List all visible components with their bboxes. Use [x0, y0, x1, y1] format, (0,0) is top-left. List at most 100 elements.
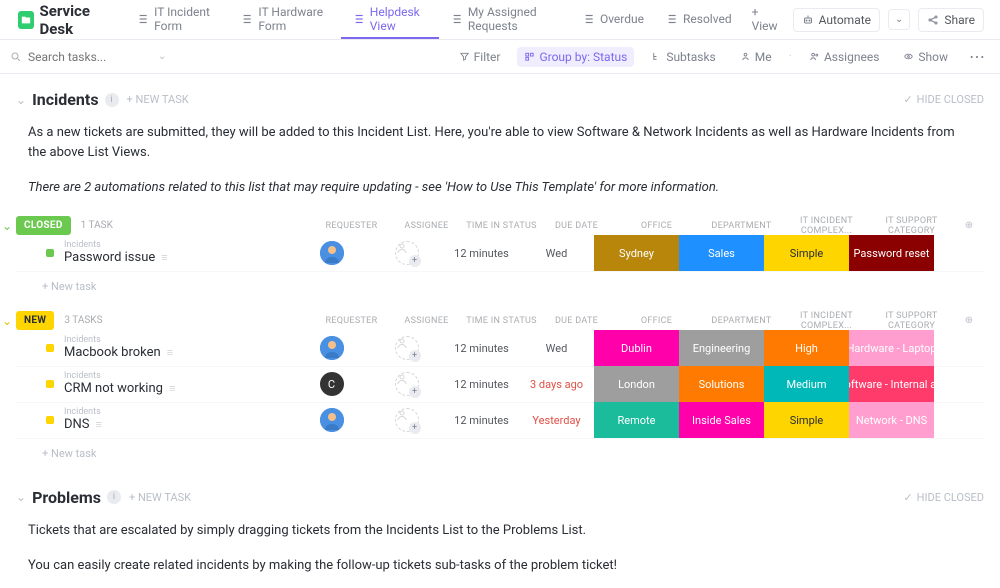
add-task-button[interactable]: + New task: [16, 439, 984, 468]
tag-cell[interactable]: Medium: [764, 366, 849, 402]
add-column-button[interactable]: ⊕: [954, 315, 984, 326]
status-badge[interactable]: NEW: [16, 311, 54, 330]
task-main: IncidentsCRM not working ≡: [64, 372, 294, 396]
section-problems: ⌄ Problems i + NEW TASK ✓ HIDE CLOSED Ti…: [0, 472, 1000, 588]
folder-wrap: Service Desk: [8, 2, 125, 38]
tag-cell[interactable]: Password reset: [849, 235, 934, 271]
assign-icon[interactable]: [395, 241, 419, 265]
group-by-button[interactable]: Group by: Status: [517, 47, 634, 67]
group-new: ⌄NEW3 TASKSREQUESTERASSIGNEETIME IN STAT…: [16, 311, 984, 468]
chevron-down-icon[interactable]: ⌄: [158, 51, 166, 62]
search-input[interactable]: [28, 50, 148, 64]
share-icon: [927, 14, 939, 26]
due-date[interactable]: Wed: [519, 342, 594, 355]
column-header: DUE DATE: [539, 221, 614, 231]
task-name[interactable]: DNS ≡: [64, 417, 294, 432]
chevron-down-icon[interactable]: ⌄: [16, 490, 26, 504]
tag-cell[interactable]: Engineering: [679, 330, 764, 366]
assignee-cell[interactable]: [369, 372, 444, 396]
add-view-button[interactable]: + View: [742, 0, 793, 39]
folder-title: Service Desk: [40, 2, 116, 38]
chevron-down-icon[interactable]: ⌄: [2, 314, 12, 328]
description-icon: ≡: [161, 251, 167, 264]
task-name[interactable]: Macbook broken ≡: [64, 345, 294, 360]
tag-cell[interactable]: Remote: [594, 402, 679, 438]
list-icon: [581, 12, 595, 26]
requester-cell: [294, 408, 369, 432]
assignee-cell[interactable]: [369, 241, 444, 265]
task-row[interactable]: IncidentsPassword issue ≡12 minutesWedSy…: [16, 236, 984, 272]
tag-cell[interactable]: Simple: [764, 235, 849, 271]
assignee-cell[interactable]: [369, 408, 444, 432]
hide-closed-button[interactable]: ✓ HIDE CLOSED: [903, 93, 984, 106]
eye-icon: [903, 51, 914, 62]
task-name[interactable]: Password issue ≡: [64, 250, 294, 265]
due-date[interactable]: 3 days ago: [519, 378, 594, 391]
tag-cell[interactable]: Dublin: [594, 330, 679, 366]
assignee-cell[interactable]: [369, 336, 444, 360]
tab-resolved[interactable]: Resolved: [654, 0, 742, 39]
tab-my-assigned-requests[interactable]: My Assigned Requests: [439, 0, 571, 39]
new-task-button[interactable]: + NEW TASK: [129, 491, 191, 504]
task-row[interactable]: IncidentsDNS ≡12 minutesYesterdayRemoteI…: [16, 403, 984, 439]
task-name[interactable]: CRM not working ≡: [64, 381, 294, 396]
filter-button[interactable]: Filter: [452, 47, 508, 67]
tab-helpdesk-view[interactable]: Helpdesk View: [341, 0, 439, 39]
column-header: ASSIGNEE: [389, 221, 464, 231]
search-icon: [10, 51, 22, 63]
column-header: DEPARTMENT: [699, 316, 784, 326]
tag-cell[interactable]: London: [594, 366, 679, 402]
section-head: ⌄ Problems i + NEW TASK ✓ HIDE CLOSED: [0, 482, 1000, 513]
show-button[interactable]: Show: [896, 47, 955, 67]
breadcrumb: Incidents: [64, 336, 294, 345]
chevron-down-icon[interactable]: ⌄: [2, 219, 12, 233]
tab-overdue[interactable]: Overdue: [571, 0, 654, 39]
description-icon: ≡: [169, 382, 175, 395]
avatar[interactable]: [320, 241, 344, 265]
due-date[interactable]: Wed: [519, 247, 594, 260]
automate-button[interactable]: Automate: [793, 8, 880, 32]
chevron-down-icon[interactable]: ⌄: [16, 93, 26, 107]
tag-cell[interactable]: Software - Internal a...: [849, 366, 934, 402]
share-button[interactable]: Share: [918, 8, 984, 32]
tag-cell[interactable]: Sales: [679, 235, 764, 271]
folder-icon: [18, 11, 34, 29]
task-main: IncidentsDNS ≡: [64, 408, 294, 432]
status-badge[interactable]: CLOSED: [16, 216, 71, 235]
due-date[interactable]: Yesterday: [519, 414, 594, 427]
tab-it-incident-form[interactable]: IT Incident Form: [125, 0, 229, 39]
assignees-button[interactable]: Assignees: [802, 47, 886, 67]
assign-icon[interactable]: [395, 336, 419, 360]
column-header: TIME IN STATUS: [464, 221, 539, 231]
new-task-button[interactable]: + NEW TASK: [127, 93, 189, 106]
assign-icon[interactable]: [395, 372, 419, 396]
assign-icon[interactable]: [395, 408, 419, 432]
group-closed: ⌄CLOSED1 TASKREQUESTERASSIGNEETIME IN ST…: [16, 216, 984, 301]
avatar[interactable]: [320, 408, 344, 432]
tag-cell[interactable]: Hardware - Laptop: [849, 330, 934, 366]
tag-cell[interactable]: Network - DNS: [849, 402, 934, 438]
task-row[interactable]: IncidentsCRM not working ≡C12 minutes3 d…: [16, 367, 984, 403]
tag-cell[interactable]: Sydney: [594, 235, 679, 271]
avatar[interactable]: C: [320, 372, 344, 396]
add-task-button[interactable]: + New task: [16, 272, 984, 301]
automate-caret[interactable]: ⌄: [888, 9, 910, 30]
tag-cell[interactable]: Simple: [764, 402, 849, 438]
requester-cell: [294, 336, 369, 360]
tag-cell[interactable]: Inside Sales: [679, 402, 764, 438]
tag-cell[interactable]: Solutions: [679, 366, 764, 402]
add-column-button[interactable]: ⊕: [954, 220, 984, 231]
me-button[interactable]: Me: [733, 47, 779, 67]
subtasks-button[interactable]: Subtasks: [644, 47, 722, 67]
info-icon[interactable]: i: [107, 490, 121, 504]
avatar[interactable]: [320, 336, 344, 360]
info-icon[interactable]: i: [105, 93, 119, 107]
section-incidents: ⌄ Incidents i + NEW TASK ✓ HIDE CLOSED A…: [0, 74, 1000, 472]
requester-cell: [294, 241, 369, 265]
hide-closed-button[interactable]: ✓ HIDE CLOSED: [903, 491, 984, 504]
requester-cell: C: [294, 372, 369, 396]
tab-it-hardware-form[interactable]: IT Hardware Form: [229, 0, 340, 39]
tag-cell[interactable]: High: [764, 330, 849, 366]
task-row[interactable]: IncidentsMacbook broken ≡12 minutesWedDu…: [16, 331, 984, 367]
more-icon[interactable]: ⋯: [965, 47, 990, 66]
